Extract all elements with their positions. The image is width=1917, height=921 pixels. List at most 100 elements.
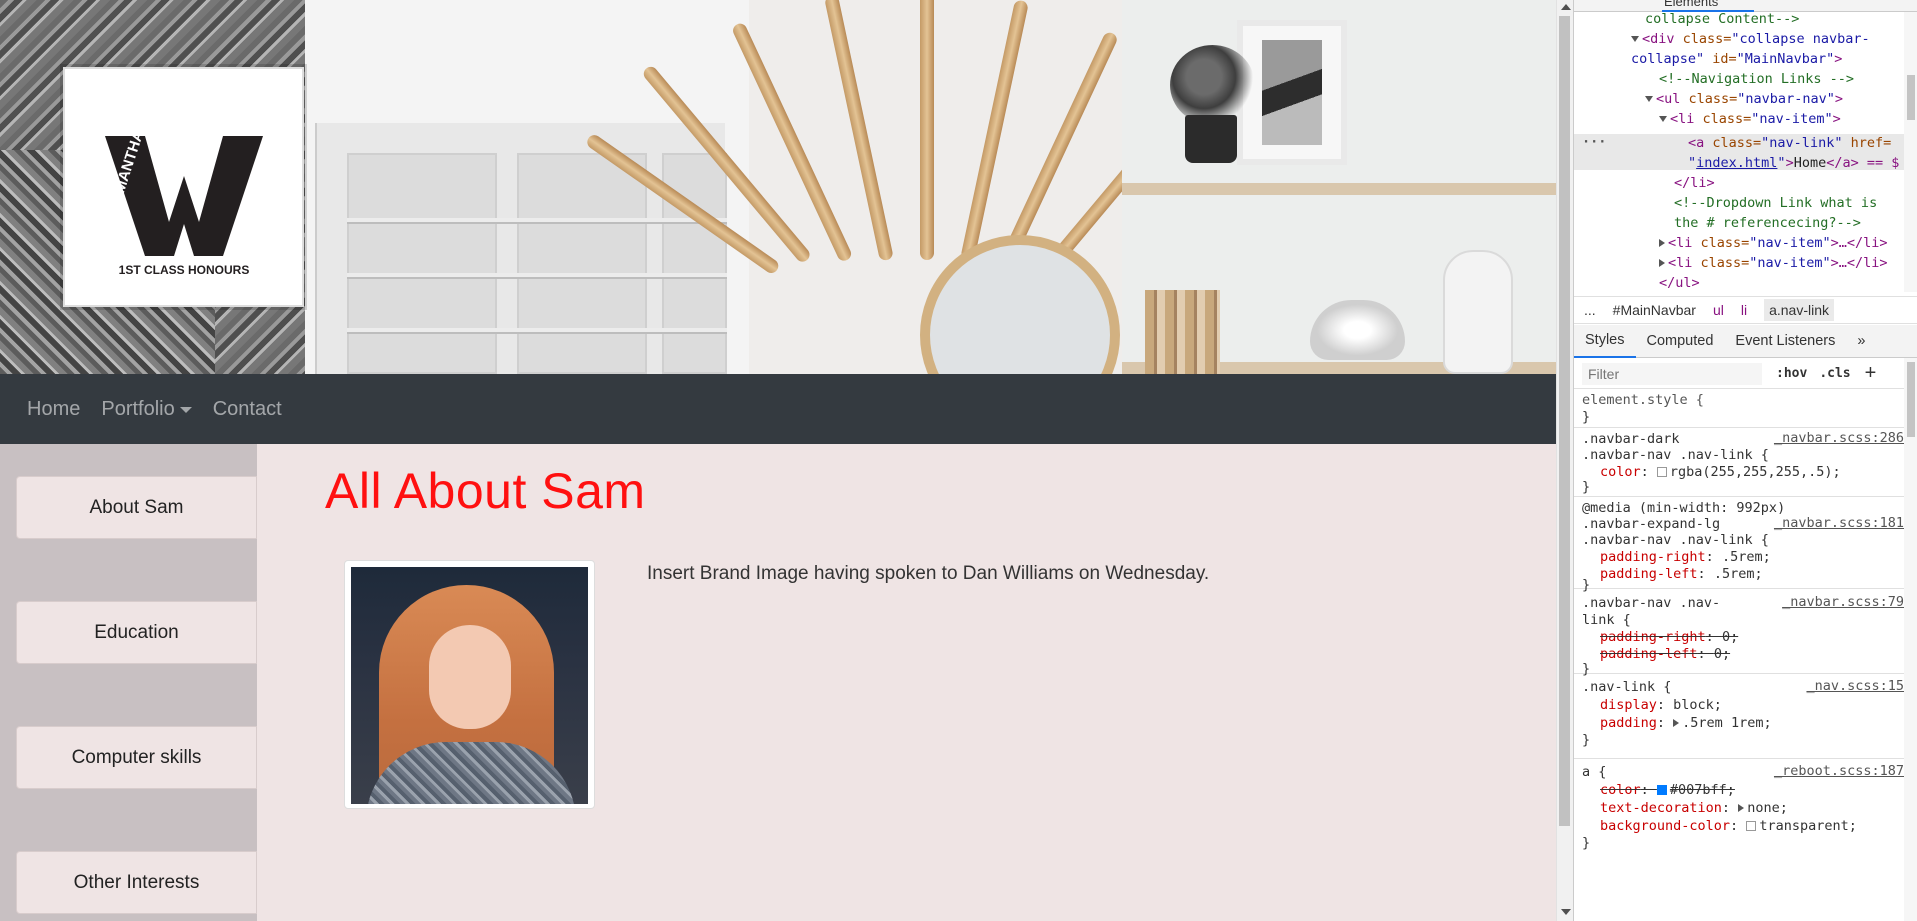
rule-selector[interactable]: link {	[1582, 611, 1631, 629]
dom-node[interactable]: <li class="nav-item">…</li>	[1659, 234, 1887, 252]
rule-selector[interactable]: a {	[1582, 763, 1606, 781]
nav-contact-label: Contact	[212, 397, 282, 420]
breadcrumb-mainnavbar[interactable]: #MainNavbar	[1613, 302, 1696, 318]
side-btn-other-interests[interactable]: Other Interests	[16, 851, 257, 914]
dom-node[interactable]: <li class="nav-item">	[1659, 110, 1841, 128]
rule-declaration[interactable]: padding-left: .5rem;	[1600, 565, 1763, 583]
rule-selector[interactable]: element.style {	[1582, 391, 1704, 409]
rule-declaration-overridden[interactable]: color: #007bff;	[1600, 781, 1735, 799]
dom-node[interactable]: </ul>	[1659, 274, 1700, 292]
css-value: transparent;	[1759, 818, 1857, 834]
dom-tree-scroll-thumb[interactable]	[1907, 75, 1915, 120]
dom-node[interactable]: collapse" id="MainNavbar">	[1631, 50, 1842, 68]
rule-selector[interactable]: .navbar-nav .nav-link {	[1582, 446, 1769, 464]
rule-declaration[interactable]: padding-right: .5rem;	[1600, 548, 1771, 566]
styles-filter-row: :hov .cls +	[1574, 359, 1917, 389]
color-swatch-icon[interactable]	[1656, 785, 1667, 795]
dom-node[interactable]: collapse Content-->	[1645, 10, 1799, 28]
scroll-down-arrow-icon[interactable]	[1561, 909, 1571, 915]
dom-text: id=	[1704, 51, 1737, 67]
dom-node[interactable]: <!--Dropdown Link what is	[1674, 194, 1877, 212]
page-scrollbar-thumb[interactable]	[1559, 16, 1570, 826]
side-btn-education[interactable]: Education	[16, 601, 257, 664]
dom-tree-scrollbar[interactable]	[1904, 12, 1917, 292]
hov-toggle-button[interactable]: :hov	[1776, 366, 1807, 381]
dom-node[interactable]: <li class="nav-item">…</li>	[1659, 254, 1887, 272]
rule-source-link[interactable]: _reboot.scss:187	[1774, 763, 1904, 779]
dom-text: </li>	[1674, 175, 1715, 191]
rattan-stick	[920, 0, 934, 260]
dom-tree: ··· collapse Content--> <div class="coll…	[1574, 10, 1917, 292]
expand-triangle-icon[interactable]	[1631, 36, 1639, 42]
rule-declaration[interactable]: color: rgba(255,255,255,.5);	[1600, 463, 1841, 481]
rule-source-link[interactable]: _navbar.scss:181	[1774, 515, 1904, 531]
tab-styles[interactable]: Styles	[1574, 325, 1636, 358]
styles-scroll-thumb[interactable]	[1907, 362, 1915, 437]
rule-declaration-overridden[interactable]: padding-left: 0;	[1600, 645, 1730, 663]
rule-source-link[interactable]: _navbar.scss:79	[1782, 594, 1904, 610]
dom-node-selected[interactable]: "index.html">Home</a> == $	[1688, 154, 1899, 172]
dom-node-selected[interactable]: <a class="nav-link" href=	[1688, 134, 1891, 152]
rule-selector[interactable]: .navbar-nav .nav-link {	[1582, 531, 1769, 549]
new-rule-button[interactable]: +	[1865, 362, 1877, 385]
dom-text: collapse"	[1631, 51, 1705, 67]
dom-text: >	[1834, 51, 1843, 67]
shelf-board	[347, 273, 727, 279]
rule-declaration[interactable]: text-decoration: none;	[1600, 799, 1788, 817]
plant	[1170, 45, 1255, 125]
css-value: 0;	[1721, 629, 1739, 645]
scroll-up-arrow-icon[interactable]	[1561, 4, 1571, 10]
side-btn-label: Other Interests	[73, 871, 200, 893]
breadcrumb-li[interactable]: li	[1741, 302, 1747, 318]
dom-node[interactable]: </li>	[1674, 174, 1715, 192]
dom-text: "nav-item"	[1749, 235, 1831, 251]
css-value: block;	[1673, 697, 1722, 713]
tab-elements[interactable]: Elements	[1664, 0, 1718, 9]
breadcrumb-ul[interactable]: ul	[1713, 302, 1724, 318]
shelf-column	[662, 153, 727, 374]
tab-event-listeners[interactable]: Event Listeners	[1724, 325, 1846, 358]
breadcrumb-a-nav-link[interactable]: a.nav-link	[1764, 299, 1834, 321]
color-swatch-icon[interactable]	[1746, 821, 1757, 831]
dom-text: "MainNavbar"	[1736, 51, 1835, 67]
cls-toggle-button[interactable]: .cls	[1819, 366, 1850, 381]
expand-triangle-icon[interactable]	[1659, 259, 1665, 267]
color-swatch-icon[interactable]	[1656, 467, 1667, 477]
rule-declaration-overridden[interactable]: padding-right: 0;	[1600, 628, 1738, 646]
dom-node[interactable]: the # referencecing?-->	[1674, 214, 1861, 232]
nav-contact-link[interactable]: Contact	[213, 398, 282, 421]
expand-triangle-icon[interactable]	[1659, 116, 1667, 122]
rule-source-link[interactable]: _nav.scss:15	[1806, 678, 1904, 694]
styles-scrollbar[interactable]	[1904, 358, 1917, 921]
more-tabs-icon[interactable]: »	[1846, 325, 1876, 358]
dom-node[interactable]: <!--Navigation Links -->	[1659, 70, 1854, 88]
tab-computed[interactable]: Computed	[1636, 325, 1725, 358]
css-property: color	[1600, 782, 1641, 798]
dom-node[interactable]: <div class="collapse navbar-	[1631, 30, 1870, 48]
dom-text: >…</li>	[1830, 255, 1888, 271]
main-navbar: Home Portfolio Contact	[0, 374, 1556, 444]
side-btn-about-sam[interactable]: About Sam	[16, 476, 257, 539]
expand-shorthand-icon[interactable]	[1738, 804, 1745, 812]
rule-declaration[interactable]: display: block;	[1600, 696, 1722, 714]
rule-selector[interactable]: .navbar-nav .nav-	[1582, 594, 1720, 612]
expand-triangle-icon[interactable]	[1645, 96, 1653, 102]
side-btn-computer-skills[interactable]: Computer skills	[16, 726, 257, 789]
nav-portfolio-label: Portfolio	[101, 397, 175, 420]
more-options-icon[interactable]: ···	[1582, 134, 1606, 150]
rule-selector[interactable]: .nav-link {	[1582, 678, 1671, 696]
nav-home-link[interactable]: Home	[27, 398, 80, 421]
rule-source-link[interactable]: _navbar.scss:286	[1774, 430, 1904, 446]
rule-declaration[interactable]: background-color: transparent;	[1600, 817, 1857, 835]
rule-declaration[interactable]: padding: .5rem 1rem;	[1600, 714, 1772, 732]
site-logo[interactable]: SAMANTHA 1ST CLASS HONOURS	[63, 67, 304, 307]
styles-filter-input[interactable]	[1582, 362, 1762, 385]
dom-node[interactable]: <ul class="navbar-nav">	[1645, 90, 1843, 108]
nav-portfolio-dropdown[interactable]: Portfolio	[101, 397, 192, 421]
expand-triangle-icon[interactable]	[1659, 239, 1665, 247]
dom-link[interactable]: index.html	[1696, 155, 1777, 171]
expand-shorthand-icon[interactable]	[1673, 719, 1680, 727]
breadcrumb-more[interactable]: ...	[1584, 302, 1596, 318]
rule-close: }	[1582, 577, 1591, 593]
bookshelf-image	[315, 123, 727, 374]
